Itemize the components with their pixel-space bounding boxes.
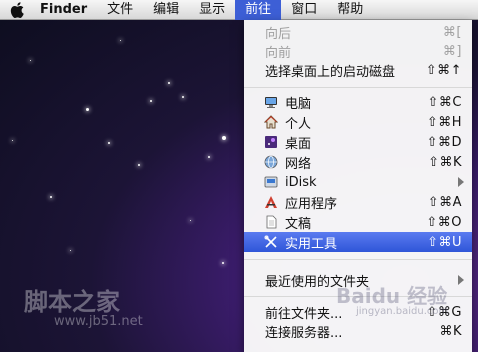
menu-item-label: 网络 [285,156,312,172]
desktop-icon [265,136,277,148]
menu-item-connect-server[interactable]: 连接服务器... ⌘K [244,321,472,341]
menu-edit[interactable]: 编辑 [143,0,189,20]
shortcut: ⇧⌘O [426,214,462,230]
menu-item-label: 实用工具 [285,236,338,252]
menu-item-label: 电脑 [285,96,312,112]
menu-item-label: 选择桌面上的启动磁盘 [265,64,396,80]
shortcut: ⇧⌘D [426,134,462,150]
shortcut: ⇧⌘↑ [425,62,462,78]
submenu-arrow-icon [458,177,464,187]
menu-item-go-to-folder[interactable]: 前往文件夹... ⇧⌘G [244,302,472,322]
separator [244,87,472,88]
shortcut: ⇧⌘K [428,154,462,170]
menu-item-recent-folders[interactable]: 最近使用的文件夹 [244,270,472,290]
menu-go[interactable]: 前往 [235,0,282,20]
shortcut: ⇧⌘U [427,234,462,250]
menu-item-label: 应用程序 [285,196,338,212]
menu-item-label: 文稿 [285,216,312,232]
apple-menu-icon[interactable] [10,0,28,20]
shortcut: ⌘K [439,323,462,339]
menu-item-label: 连接服务器... [265,325,343,341]
menu-item-label: 向前 [265,45,292,61]
home-icon [264,115,278,129]
menu-item-desktop[interactable]: 桌面 ⇧⌘D [244,132,472,152]
go-menu-dropdown: 向后 ⌘[ 向前 ⌘] 选择桌面上的启动磁盘 ⇧⌘↑ 电脑 ⇧⌘C 个人 ⇧⌘H… [244,20,472,352]
menu-item-label: iDisk [285,174,317,190]
menu-item-label: 前往文件夹... [265,306,343,322]
separator [244,296,472,297]
menu-item-label: 向后 [265,26,292,42]
utilities-icon [264,235,277,248]
shortcut: ⇧⌘H [426,114,462,130]
shortcut: ⌘] [442,43,462,59]
menu-bar: Finder 文件 编辑 显示 前往 窗口 帮助 [0,0,478,20]
menu-item-forward[interactable]: 向前 ⌘] [244,41,472,61]
menu-item-label: 最近使用的文件夹 [265,274,370,290]
network-globe-icon [264,155,278,169]
menu-item-documents[interactable]: 文稿 ⇧⌘O [244,212,472,232]
menu-item-applications[interactable]: 应用程序 ⇧⌘A [244,192,472,212]
menu-item-computer[interactable]: 电脑 ⇧⌘C [244,92,472,112]
menu-view[interactable]: 显示 [189,0,235,20]
separator [244,259,472,260]
applications-icon [265,196,277,208]
menu-item-label: 桌面 [285,136,312,152]
menu-item-network[interactable]: 网络 ⇧⌘K [244,152,472,172]
submenu-arrow-icon [458,275,464,285]
shortcut: ⇧⌘A [427,194,462,210]
documents-icon [266,215,277,229]
menu-item-label: 个人 [285,116,312,132]
computer-icon [265,97,277,108]
menu-item-idisk[interactable]: iDisk [244,172,472,192]
shortcut: ⌘[ [442,24,462,40]
menu-file[interactable]: 文件 [97,0,143,20]
menu-finder[interactable]: Finder [36,0,97,20]
menu-item-startup-disk[interactable]: 选择桌面上的启动磁盘 ⇧⌘↑ [244,60,472,80]
shortcut: ⇧⌘G [426,304,462,320]
shortcut: ⇧⌘C [427,94,462,110]
menu-window[interactable]: 窗口 [281,0,327,20]
idisk-icon [264,176,278,188]
menu-help[interactable]: 帮助 [327,0,373,20]
menu-item-back[interactable]: 向后 ⌘[ [244,22,472,42]
menu-item-home[interactable]: 个人 ⇧⌘H [244,112,472,132]
menu-item-utilities[interactable]: 实用工具 ⇧⌘U [244,232,472,252]
